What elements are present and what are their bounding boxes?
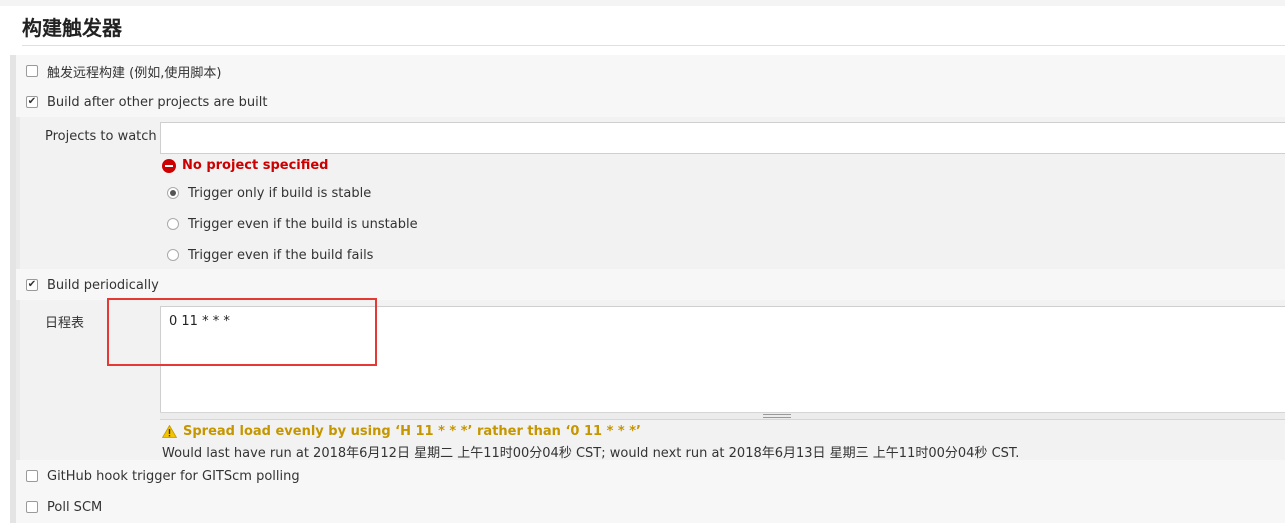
resize-grip-icon: [763, 414, 791, 418]
github-hook-checkbox[interactable]: [26, 470, 38, 482]
poll-scm-checkbox[interactable]: [26, 501, 38, 513]
page-title: 构建触发器: [22, 16, 122, 40]
warning-icon: [162, 425, 177, 438]
build-after-other-label: Build after other projects are built: [47, 94, 268, 110]
trigger-option-unstable[interactable]: Trigger even if the build is unstable: [167, 215, 418, 233]
trigger-option-fails[interactable]: Trigger even if the build fails: [167, 246, 373, 264]
textarea-resize-grip[interactable]: [160, 412, 1285, 420]
poll-scm-row[interactable]: Poll SCM: [26, 498, 102, 516]
trigger-option-fails-label: Trigger even if the build fails: [188, 247, 374, 263]
github-hook-label: GitHub hook trigger for GITScm polling: [47, 468, 300, 484]
trigger-option-stable-label: Trigger only if build is stable: [188, 185, 372, 201]
schedule-textarea[interactable]: 0 11 * * *: [160, 306, 1285, 414]
build-after-other-checkbox[interactable]: ✔: [26, 96, 38, 108]
top-strip: [0, 0, 1285, 6]
schedule-label: 日程表: [45, 316, 85, 331]
radio-stable[interactable]: [167, 187, 179, 199]
title-divider: [22, 45, 1285, 46]
radio-fails[interactable]: [167, 249, 179, 261]
trigger-option-stable[interactable]: Trigger only if build is stable: [167, 184, 371, 202]
trigger-remote-label: 触发远程构建 (例如,使用脚本): [47, 65, 222, 81]
build-periodically-row[interactable]: ✔ Build periodically: [26, 276, 159, 294]
build-periodically-checkbox[interactable]: ✔: [26, 279, 38, 291]
trigger-remote-checkbox[interactable]: [26, 65, 38, 77]
projects-to-watch-input[interactable]: [160, 122, 1285, 154]
projects-error: No project specified: [162, 158, 329, 173]
trigger-remote-row[interactable]: 触发远程构建 (例如,使用脚本): [26, 62, 222, 81]
schedule-info: Would last have run at 2018年6月12日 星期二 上午…: [162, 446, 1020, 461]
error-icon: [162, 158, 176, 173]
projects-to-watch-label: Projects to watch: [45, 129, 157, 144]
poll-scm-label: Poll SCM: [47, 499, 103, 515]
github-hook-row[interactable]: GitHub hook trigger for GITScm polling: [26, 467, 300, 485]
schedule-warning: Spread load evenly by using ‘H 11 * * *’…: [162, 424, 641, 439]
projects-error-text: No project specified: [182, 158, 329, 173]
trigger-option-unstable-label: Trigger even if the build is unstable: [188, 216, 418, 232]
radio-unstable[interactable]: [167, 218, 179, 230]
build-after-other-row[interactable]: ✔ Build after other projects are built: [26, 93, 267, 111]
schedule-warning-text: Spread load evenly by using ‘H 11 * * *’…: [183, 424, 641, 439]
build-periodically-label: Build periodically: [47, 277, 159, 293]
